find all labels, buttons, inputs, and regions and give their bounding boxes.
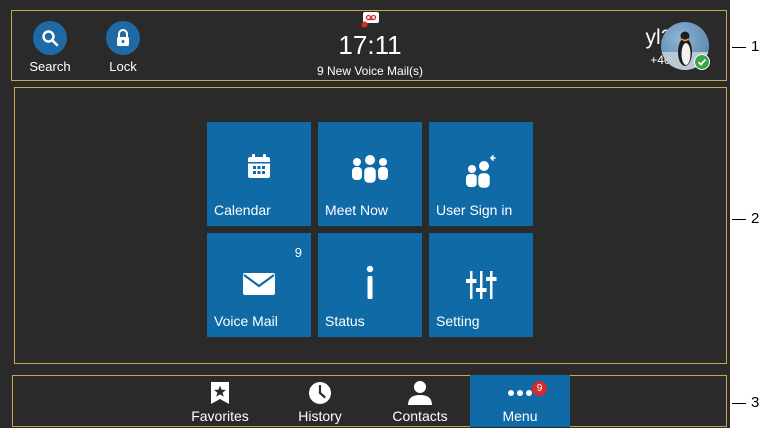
nav-favorites[interactable]: Favorites bbox=[170, 375, 270, 427]
presence-available-icon bbox=[694, 54, 710, 70]
search-button[interactable]: Search bbox=[20, 21, 80, 74]
info-icon bbox=[318, 265, 422, 299]
sliders-icon bbox=[429, 271, 533, 299]
voicemail-notification[interactable]: 9 New Voice Mail(s) bbox=[270, 64, 470, 78]
callout-line bbox=[732, 47, 746, 48]
clock: 17:11 bbox=[338, 30, 402, 60]
callout-line bbox=[732, 219, 746, 220]
nav-label: History bbox=[298, 408, 342, 424]
search-label: Search bbox=[29, 59, 71, 74]
nav-label: Favorites bbox=[191, 408, 249, 424]
envelope-icon bbox=[207, 273, 311, 295]
nav-history[interactable]: History bbox=[270, 375, 370, 427]
person-icon bbox=[370, 379, 470, 407]
callout-number: 3 bbox=[751, 394, 760, 411]
tile-label: Meet Now bbox=[325, 202, 389, 218]
dots-icon bbox=[470, 379, 570, 407]
menu-badge: 9 bbox=[532, 381, 547, 396]
lock-label: Lock bbox=[109, 59, 137, 74]
tile-label: Setting bbox=[436, 313, 480, 329]
tile-calendar[interactable]: Calendar bbox=[207, 122, 311, 226]
calendar-icon bbox=[207, 154, 311, 180]
tile-status[interactable]: Status bbox=[318, 233, 422, 337]
voicemail-count: 9 bbox=[294, 245, 302, 260]
tile-voice-mail[interactable]: 9 Voice Mail bbox=[207, 233, 311, 337]
callout-line bbox=[732, 403, 746, 404]
nav-menu[interactable]: 9 Menu bbox=[470, 375, 570, 427]
tile-label: Voice Mail bbox=[214, 313, 278, 329]
callout-number: 2 bbox=[751, 210, 760, 227]
tile-label: Status bbox=[325, 313, 365, 329]
user-sign-in-icon bbox=[429, 154, 533, 190]
nav-label: Contacts bbox=[392, 408, 448, 424]
lock-button[interactable]: Lock bbox=[93, 21, 153, 74]
tile-user-sign-in[interactable]: User Sign in bbox=[429, 122, 533, 226]
search-icon bbox=[33, 21, 67, 55]
clock-icon bbox=[270, 379, 370, 407]
tile-label: Calendar bbox=[214, 202, 271, 218]
nav-contacts[interactable]: Contacts bbox=[370, 375, 470, 427]
tile-label: User Sign in bbox=[436, 202, 513, 218]
callout-number: 1 bbox=[751, 38, 760, 55]
group-icon bbox=[318, 154, 422, 184]
tile-meet-now[interactable]: Meet Now bbox=[318, 122, 422, 226]
nav-label: Menu bbox=[502, 408, 538, 424]
tile-setting[interactable]: Setting bbox=[429, 233, 533, 337]
lock-icon bbox=[106, 21, 140, 55]
star-bookmark-icon bbox=[170, 379, 270, 407]
